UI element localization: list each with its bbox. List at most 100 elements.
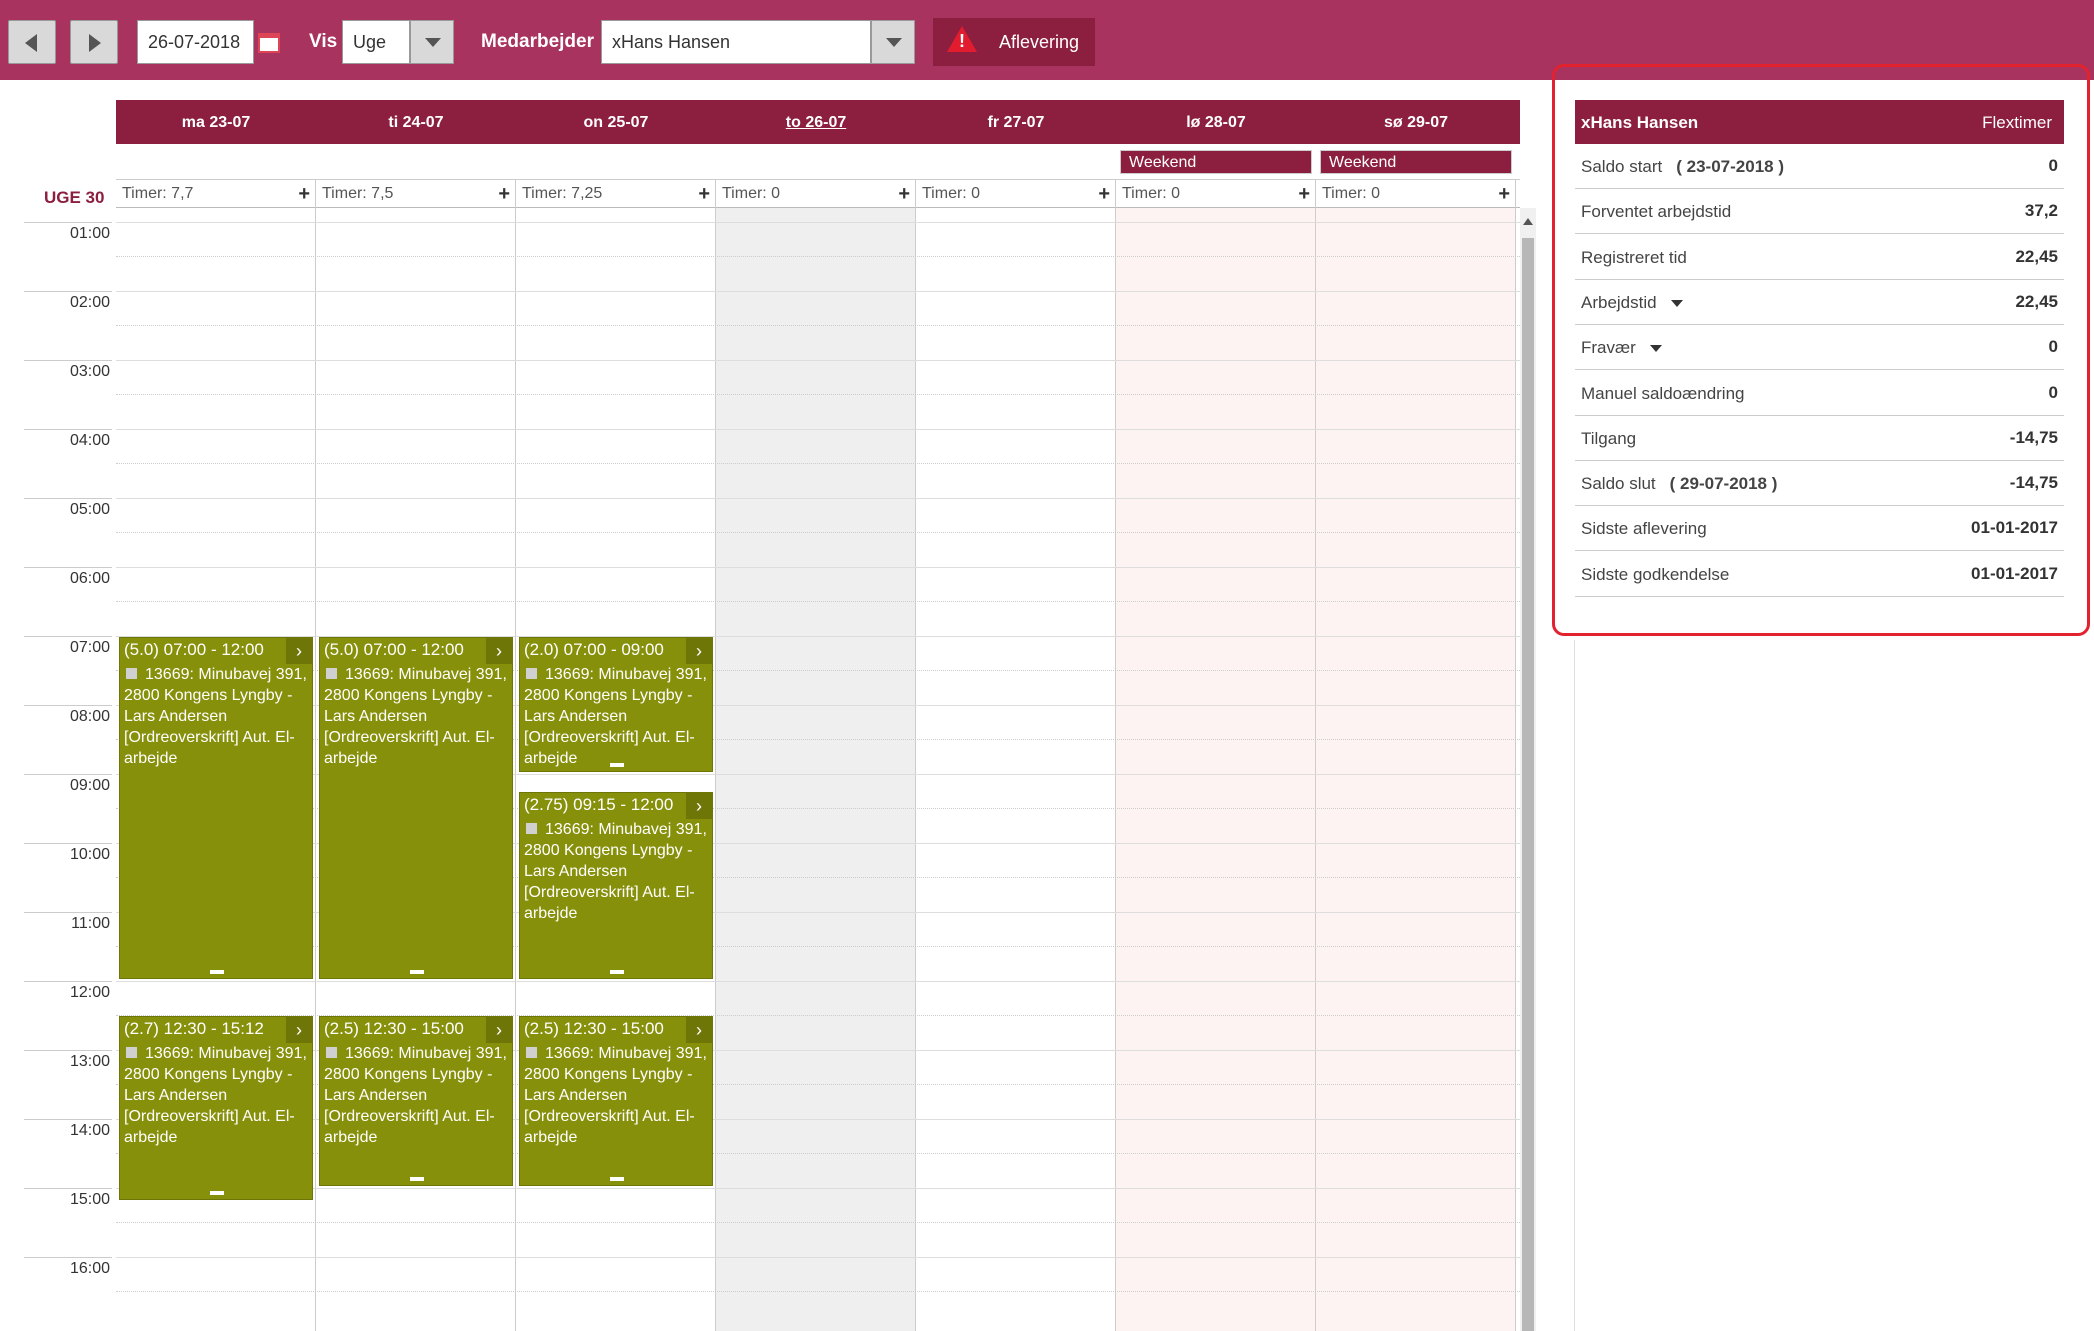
event-time: (5.0) 07:00 - 12:00 <box>324 639 464 659</box>
day-column-thu[interactable] <box>716 208 916 1331</box>
event-time: (2.0) 07:00 - 09:00 <box>524 639 664 659</box>
chevron-down-icon <box>886 38 902 47</box>
event-text: 13669: Minubavej 391, 2800 Kongens Lyngb… <box>524 1045 707 1147</box>
timer-cell-thu: Timer: 0 + <box>716 180 916 208</box>
resize-handle[interactable] <box>610 1176 624 1181</box>
caret-down-icon[interactable] <box>1670 299 1683 307</box>
day-header-fri[interactable]: fr 27-07 <box>916 100 1116 144</box>
flextimer-header: xHans Hansen Flextimer <box>1575 100 2064 144</box>
status-square-icon <box>326 1047 337 1059</box>
row-label-text: Forventet arbejdstid <box>1581 202 1732 222</box>
event-time: (2.75) 09:15 - 12:00 <box>524 795 674 815</box>
hour-label: 11:00 <box>24 911 112 933</box>
timer-cell-sun: Timer: 0 + <box>1316 180 1516 208</box>
day-column-sat[interactable] <box>1116 208 1316 1331</box>
calendar-event[interactable]: (2.5) 12:30 - 15:00 › 13669: Minubavej 391… <box>319 1016 513 1186</box>
half-hour-gridline <box>116 256 1520 258</box>
row-value: 0 <box>2048 337 2058 357</box>
add-icon[interactable]: + <box>1098 180 1110 208</box>
event-description: 13669: Minubavej 391, 2800 Kongens Lyngb… <box>124 664 308 769</box>
day-header-mon[interactable]: ma 23-07 <box>116 100 316 144</box>
day-header-sat[interactable]: lø 28-07 <box>1116 100 1316 144</box>
hour-label: 08:00 <box>24 704 112 726</box>
resize-handle[interactable] <box>210 1190 224 1195</box>
chevron-right-icon[interactable]: › <box>486 1017 512 1044</box>
calendar-event[interactable]: (2.0) 07:00 - 09:00 › 13669: Minubavej 391… <box>519 636 713 772</box>
event-text: 13669: Minubavej 391, 2800 Kongens Lyngb… <box>124 1045 307 1147</box>
hour-label: 12:00 <box>24 980 112 1002</box>
calendar-event[interactable]: (2.75) 09:15 - 12:00 › 13669: Minubavej 39… <box>519 792 713 979</box>
day-header-wed[interactable]: on 25-07 <box>516 100 716 144</box>
event-time: (2.5) 12:30 - 15:00 <box>324 1019 464 1039</box>
calendar-event[interactable]: (5.0) 07:00 - 12:00 › 13669: Minubavej 391… <box>319 636 513 979</box>
week-number-label: UGE 30 <box>44 188 105 207</box>
view-select[interactable]: Uge <box>342 20 410 64</box>
employee-select[interactable]: xHans Hansen <box>601 20 871 64</box>
aflevering-label: Aflevering <box>999 32 1080 52</box>
resize-handle[interactable] <box>610 762 624 767</box>
calendar-day-header: ma 23-07 ti 24-07 on 25-07 to 26-07 fr 2… <box>116 100 1520 144</box>
timer-text: Timer: 7,5 <box>322 185 394 202</box>
row-label: Tilgang <box>1581 429 1636 449</box>
chevron-right-icon[interactable]: › <box>686 793 712 820</box>
hour-gridline <box>116 980 1520 982</box>
resize-handle[interactable] <box>210 969 224 974</box>
previous-week-button[interactable] <box>8 20 56 64</box>
chevron-right-icon[interactable]: › <box>286 1017 312 1044</box>
flextimer-row: Sidste aflevering 01-01-2017 <box>1575 506 2064 552</box>
half-hour-gridline <box>116 1222 1520 1224</box>
chevron-right-icon[interactable]: › <box>286 637 312 664</box>
calendar-event[interactable]: (2.5) 12:30 - 15:00 › 13669: Minubavej 391… <box>519 1016 713 1186</box>
add-icon[interactable]: + <box>498 180 510 208</box>
scrollbar-thumb[interactable] <box>1522 238 1534 1331</box>
day-column-fri[interactable] <box>916 208 1116 1331</box>
flextimer-row: Saldo slut ( 29-07-2018 ) -14,75 <box>1575 461 2064 507</box>
next-week-button[interactable] <box>70 20 118 64</box>
resize-handle[interactable] <box>410 1176 424 1181</box>
employee-name: xHans Hansen <box>1581 113 1699 132</box>
chevron-right-icon[interactable]: › <box>686 637 712 664</box>
hour-label: 13:00 <box>24 1049 112 1071</box>
flextimer-row[interactable]: Arbejdstid 22,45 <box>1575 280 2064 325</box>
vis-label: Vis <box>309 31 338 52</box>
add-icon[interactable]: + <box>698 180 710 208</box>
half-hour-gridline <box>116 463 1520 465</box>
hour-label: 06:00 <box>24 566 112 588</box>
day-header-thu[interactable]: to 26-07 <box>716 100 916 144</box>
row-value: -14,75 <box>2009 473 2058 493</box>
caret-down-icon[interactable] <box>1649 345 1662 353</box>
calendar-event[interactable]: (2.7) 12:30 - 15:12 › 13669: Minubavej 391… <box>119 1016 313 1200</box>
hour-gridline <box>116 221 1520 223</box>
day-header-sun[interactable]: sø 29-07 <box>1316 100 1516 144</box>
day-column-sun[interactable] <box>1316 208 1516 1331</box>
day-header-tue[interactable]: ti 24-07 <box>316 100 516 144</box>
row-label-text: Saldo start <box>1581 157 1663 176</box>
hour-label: 15:00 <box>24 1187 112 1209</box>
employee-dropdown-button[interactable] <box>871 20 915 64</box>
row-label-text: Sidste aflevering <box>1581 519 1707 539</box>
calendar-icon[interactable] <box>258 33 280 53</box>
flextimer-row[interactable]: Fravær 0 <box>1575 325 2064 371</box>
scroll-up-icon[interactable] <box>1523 218 1533 225</box>
add-icon[interactable]: + <box>1298 180 1310 208</box>
resize-handle[interactable] <box>610 969 624 974</box>
resize-handle[interactable] <box>410 969 424 974</box>
calendar-grid[interactable]: (5.0) 07:00 - 12:00 › 13669: Minubavej 391… <box>116 208 1520 1331</box>
add-icon[interactable]: + <box>1498 180 1510 208</box>
event-time: (2.7) 12:30 - 15:12 <box>124 1019 264 1039</box>
add-icon[interactable]: + <box>298 180 310 208</box>
view-dropdown-button[interactable] <box>410 20 454 64</box>
timer-text: Timer: 0 <box>1122 185 1181 202</box>
row-label-text: Saldo slut <box>1581 474 1656 494</box>
aflevering-button[interactable]: ! Aflevering <box>933 18 1095 66</box>
chevron-right-icon[interactable]: › <box>686 1017 712 1044</box>
add-icon[interactable]: + <box>898 180 910 208</box>
calendar-scrollbar[interactable] <box>1520 208 1536 1331</box>
timer-cell-tue: Timer: 7,5 + <box>316 180 516 208</box>
status-square-icon <box>126 1047 137 1059</box>
hour-label: 09:00 <box>24 773 112 795</box>
chevron-right-icon[interactable]: › <box>486 637 512 664</box>
calendar-event[interactable]: (5.0) 07:00 - 12:00 › 13669: Minubavej 391… <box>119 636 313 979</box>
flextimer-row: Registreret tid 22,45 <box>1575 235 2064 280</box>
date-input[interactable]: 26-07-2018 <box>137 20 254 64</box>
